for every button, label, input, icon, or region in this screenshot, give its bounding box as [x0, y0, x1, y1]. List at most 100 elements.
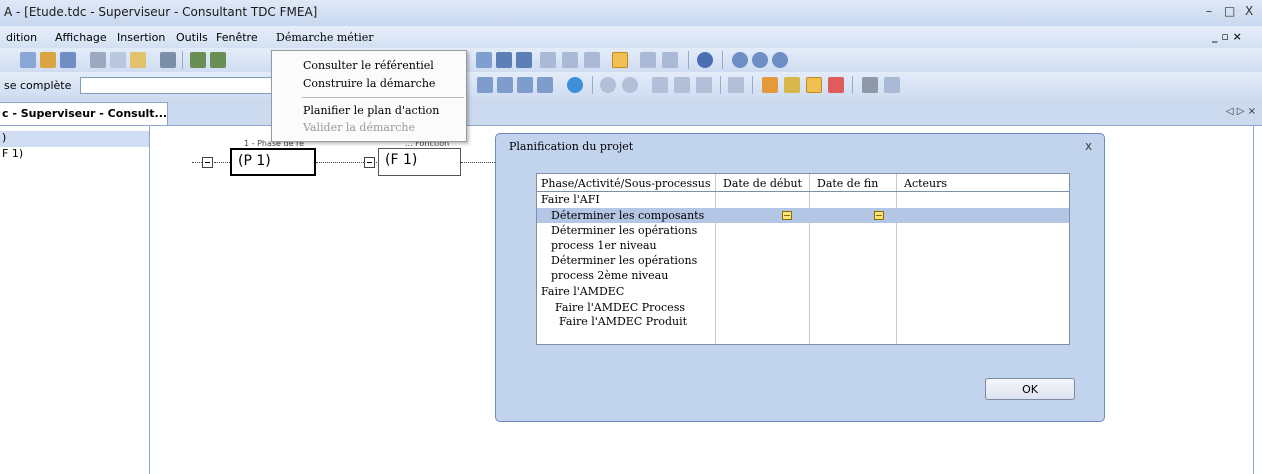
tool-icon[interactable] [884, 77, 900, 93]
column-divider [896, 174, 897, 344]
collapse-icon[interactable] [202, 157, 213, 168]
zoom-icon[interactable] [752, 52, 768, 68]
menu-affichage[interactable]: Affichage [55, 31, 107, 44]
tool-icon[interactable] [696, 77, 712, 93]
table-row[interactable]: process 1er niveau [551, 239, 657, 252]
table-row[interactable]: process 2ème niveau [551, 269, 668, 282]
cut-icon[interactable] [90, 52, 106, 68]
ok-button[interactable]: OK [985, 378, 1075, 400]
dialog-close-button[interactable]: x [1085, 139, 1092, 153]
tool-icon[interactable] [612, 52, 628, 68]
calendar-icon[interactable] [874, 211, 884, 220]
copy-icon[interactable] [110, 52, 126, 68]
tab-nav-controls[interactable]: ◁ ▷ × [1226, 106, 1256, 117]
toolbar-separator [852, 76, 853, 94]
header-divider [537, 191, 1069, 192]
mdi-controls[interactable]: _ ▫ × [1212, 30, 1242, 43]
tool-icon[interactable] [496, 52, 512, 68]
tool-icon[interactable] [210, 52, 226, 68]
paste-icon[interactable] [130, 52, 146, 68]
menu-item-valider-demarche: Valider la démarche [303, 121, 415, 134]
tool-icon[interactable] [652, 77, 668, 93]
tool-icon[interactable] [190, 52, 206, 68]
tool-icon[interactable] [40, 52, 56, 68]
tool-icon[interactable] [20, 52, 36, 68]
table-row[interactable]: Déterminer les opérations [551, 254, 697, 267]
tool-icon[interactable] [562, 52, 578, 68]
toolbar-standard [0, 48, 1262, 72]
collapse-icon[interactable] [364, 157, 375, 168]
menu-outils[interactable]: Outils [176, 31, 208, 44]
table-row[interactable]: Déterminer les composants [551, 209, 704, 222]
calendar-icon[interactable] [782, 211, 792, 220]
toolbar-separator [752, 76, 753, 94]
tool-icon[interactable] [516, 52, 532, 68]
canvas-border [1253, 126, 1254, 474]
print-icon[interactable] [160, 52, 176, 68]
menu-item-planifier-plan-action[interactable]: Planifier le plan d'action [303, 104, 439, 117]
restore-button[interactable]: □ [1224, 4, 1235, 18]
tool-icon[interactable] [476, 52, 492, 68]
phase-box[interactable]: (P 1) [230, 148, 316, 176]
tool-icon[interactable] [828, 77, 844, 93]
menu-insertion[interactable]: Insertion [117, 31, 165, 44]
tool-icon[interactable] [517, 77, 533, 93]
menu-item-consulter-referentiel[interactable]: Consulter le référentiel [303, 59, 434, 72]
window-title: A - [Etude.tdc - Superviseur - Consultan… [4, 5, 318, 19]
tree-item[interactable]: ) [2, 131, 6, 144]
table-row[interactable]: Faire l'AMDEC Produit [559, 315, 687, 328]
tree-pane: ) F 1) [0, 126, 150, 474]
column-header-end-date[interactable]: Date de fin [817, 177, 878, 190]
document-tab-strip: c - Superviseur - Consult... [0, 98, 1262, 126]
column-header-actors[interactable]: Acteurs [904, 177, 947, 190]
tool-icon[interactable] [600, 77, 616, 93]
table-row[interactable]: Faire l'AFI [541, 193, 600, 206]
tool-icon[interactable] [640, 52, 656, 68]
column-header-start-date[interactable]: Date de début [723, 177, 802, 190]
tool-icon[interactable] [477, 77, 493, 93]
minimize-button[interactable]: – [1206, 4, 1212, 18]
menu-edition[interactable]: dition [6, 31, 37, 44]
tree-item[interactable]: F 1) [2, 147, 23, 160]
planning-grid: Phase/Activité/Sous-processus Date de dé… [536, 173, 1070, 345]
toolbar-separator [592, 76, 593, 94]
globe-icon[interactable] [567, 77, 583, 93]
delete-icon[interactable] [728, 77, 744, 93]
tool-icon[interactable] [662, 52, 678, 68]
tool-icon[interactable] [762, 77, 778, 93]
tool-icon[interactable] [784, 77, 800, 93]
tab-document[interactable]: c - Superviseur - Consult... [0, 102, 168, 125]
table-row[interactable]: Déterminer les opérations [551, 224, 697, 237]
properties-icon[interactable] [60, 52, 76, 68]
column-header-phase[interactable]: Phase/Activité/Sous-processus [541, 177, 711, 190]
zoom-in-icon[interactable] [772, 52, 788, 68]
connector-line [461, 162, 495, 163]
tool-icon[interactable] [862, 77, 878, 93]
close-button[interactable]: X [1245, 4, 1253, 18]
toolbar-separator [688, 51, 689, 69]
column-divider [715, 174, 716, 344]
menu-fenetre[interactable]: Fenêtre [216, 31, 258, 44]
tool-icon[interactable] [806, 77, 822, 93]
zoom-out-icon[interactable] [732, 52, 748, 68]
menu-item-construire-demarche[interactable]: Construire la démarche [303, 77, 435, 90]
forward-icon[interactable] [540, 52, 556, 68]
menu-demarche-metier[interactable]: Démarche métier [276, 31, 373, 44]
search-label: se complète [4, 79, 72, 92]
function-box[interactable]: (F 1) [378, 148, 461, 176]
table-row[interactable]: Faire l'AMDEC Process [555, 301, 685, 314]
tool-icon[interactable] [674, 77, 690, 93]
toolbar-separator [720, 76, 721, 94]
add-icon[interactable] [697, 52, 713, 68]
tool-icon[interactable] [537, 77, 553, 93]
connector-line [214, 162, 230, 163]
connector-line [192, 162, 202, 163]
tool-icon[interactable] [622, 77, 638, 93]
table-row[interactable]: Faire l'AMDEC [541, 285, 624, 298]
tool-icon[interactable] [497, 77, 513, 93]
menu-bar: dition Affichage Insertion Outils Fenêtr… [0, 26, 1262, 48]
toolbar-separator [722, 51, 723, 69]
tool-icon[interactable] [584, 52, 600, 68]
demarche-metier-menu: Consulter le référentiel Construire la d… [271, 50, 467, 142]
search-input[interactable] [80, 77, 274, 94]
